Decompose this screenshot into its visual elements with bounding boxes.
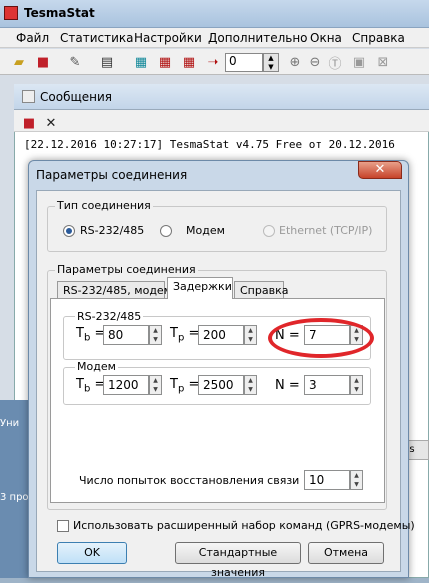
menu-bar: Файл Статистика Настройки Дополнительно … xyxy=(0,28,429,48)
radio-ethernet xyxy=(263,225,275,237)
ok-button[interactable]: OK xyxy=(57,542,127,564)
background-window-strip: Уни 3 про xyxy=(0,400,29,578)
radio-rs232-label[interactable]: RS-232/485 xyxy=(80,224,144,237)
clear-icon[interactable]: ✕ xyxy=(42,114,60,132)
rs-tb-spinner[interactable]: ▲ ▼ xyxy=(149,325,162,345)
messages-toolbar: ■ ✕ xyxy=(14,110,429,132)
tab-rs232-modem[interactable]: RS-232/485, модем xyxy=(57,281,172,298)
close-doc-icon[interactable]: ⊠ xyxy=(374,53,392,71)
connect-icon[interactable]: ✎ xyxy=(66,53,84,71)
minus-icon[interactable]: ⊖ xyxy=(306,53,324,71)
t-icon[interactable]: Ⓣ xyxy=(326,53,344,72)
extended-commands-checkbox[interactable] xyxy=(57,520,69,532)
toolbar-spin-button[interactable]: ▲ ▼ xyxy=(263,53,279,72)
conn-type-legend: Тип соединения xyxy=(55,199,153,212)
save-icon[interactable]: ■ xyxy=(34,53,52,71)
modem-legend: Модем xyxy=(75,360,118,373)
modem-tp-spinner[interactable]: ▲ ▼ xyxy=(244,375,257,395)
extended-commands-label[interactable]: Использовать расширенный набор команд (G… xyxy=(73,519,415,532)
tb-label: Tb = xyxy=(76,326,106,344)
tab-help[interactable]: Справка xyxy=(234,281,288,298)
rs-tp-spinner[interactable]: ▲ ▼ xyxy=(244,325,257,345)
menu-additional[interactable]: Дополнительно xyxy=(208,31,308,45)
menu-settings[interactable]: Настройки xyxy=(134,31,202,45)
tp-label: Tp = xyxy=(170,326,200,344)
radio-modem[interactable] xyxy=(160,225,172,237)
tp-label: Tp = xyxy=(170,377,200,395)
modem-tp-input[interactable]: 2500 xyxy=(198,375,244,395)
retries-input[interactable]: 10 xyxy=(304,470,350,490)
grid-red-icon[interactable]: ▦ xyxy=(180,53,198,71)
modem-tb-spinner[interactable]: ▲ ▼ xyxy=(149,375,162,395)
table-icon[interactable]: ▦ xyxy=(132,53,150,71)
retries-spinner[interactable]: ▲ ▼ xyxy=(350,470,363,490)
toolbar: ▰ ■ ✎ ▤ ▦ ▦ ▦ ➝ ⊕ ⊖ Ⓣ ▣ ⊠ xyxy=(0,49,429,75)
background-text: Уни xyxy=(0,418,20,429)
rs-tp-input[interactable]: 200 xyxy=(198,325,244,345)
radio-modem-label[interactable]: Модем xyxy=(186,224,225,237)
menu-file[interactable]: Файл xyxy=(16,31,49,45)
n-label: N = xyxy=(275,378,300,393)
close-button[interactable]: ✕ xyxy=(358,161,402,179)
save-icon[interactable]: ■ xyxy=(20,114,38,132)
tb-label: Tb = xyxy=(76,377,106,395)
app-icon xyxy=(4,6,18,20)
retries-label: Число попыток восстановления связи xyxy=(79,474,300,487)
messages-title: Сообщения xyxy=(40,90,113,104)
red-highlight-circle xyxy=(268,318,374,358)
radio-ethernet-label: Ethernet (TCP/IP) xyxy=(279,224,373,237)
modem-n-spinner[interactable]: ▲ ▼ xyxy=(350,375,363,395)
device-icon[interactable]: ▤ xyxy=(98,53,116,71)
modem-tb-input[interactable]: 1200 xyxy=(103,375,149,395)
params-legend: Параметры соединения xyxy=(55,263,198,276)
background-text: 3 про xyxy=(0,492,29,503)
defaults-button[interactable]: Стандартные значения xyxy=(175,542,301,579)
log-line: [22.12.2016 10:27:17] TesmaStat v4.75 Fr… xyxy=(24,138,395,151)
tab-delays[interactable]: Задержки xyxy=(167,277,233,299)
rs-tb-input[interactable]: 80 xyxy=(103,325,149,345)
menu-help[interactable]: Справка xyxy=(352,31,405,45)
messages-window-icon xyxy=(22,90,35,103)
app-title: TesmaStat xyxy=(24,6,95,20)
modem-n-input[interactable]: 3 xyxy=(304,375,350,395)
timer-icon[interactable]: ➝ xyxy=(204,53,222,71)
grid-icon[interactable]: ▦ xyxy=(156,53,174,71)
dialog-title: Параметры соединения xyxy=(36,168,188,182)
chart-icon[interactable]: ▣ xyxy=(350,53,368,71)
menu-windows[interactable]: Окна xyxy=(310,31,342,45)
plus-icon[interactable]: ⊕ xyxy=(286,53,304,71)
open-folder-icon[interactable]: ▰ xyxy=(10,53,28,71)
radio-rs232[interactable] xyxy=(63,225,75,237)
cancel-button[interactable]: Отмена xyxy=(308,542,384,564)
toolbar-spin-input[interactable]: 0 xyxy=(225,53,263,72)
rs-legend: RS-232/485 xyxy=(75,310,144,323)
menu-statistics[interactable]: Статистика xyxy=(60,31,134,45)
